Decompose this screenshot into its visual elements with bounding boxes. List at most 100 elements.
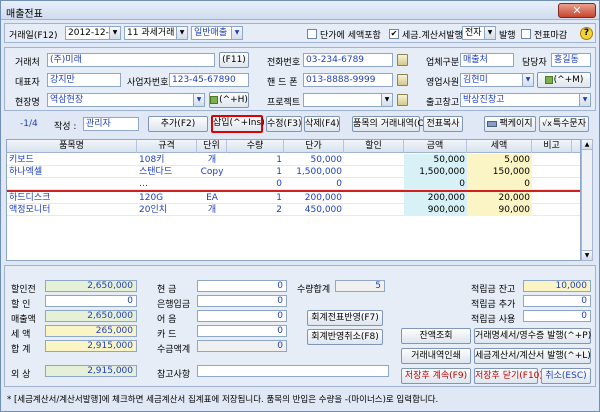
cell-name[interactable]: 키보드 xyxy=(7,154,137,166)
mobile-input[interactable]: 013-8888-9999 xyxy=(303,73,393,87)
add-button[interactable]: 추가(F2) xyxy=(148,116,208,132)
col-header-spec[interactable]: 규격 xyxy=(137,140,197,153)
cell-tax[interactable]: 0 xyxy=(467,178,532,190)
cell-name[interactable]: 액정모니터 xyxy=(7,204,137,216)
cell-note[interactable] xyxy=(532,204,572,216)
reserve-use-value[interactable]: 0 xyxy=(523,310,591,322)
reserve-add-value[interactable]: 0 xyxy=(523,295,591,307)
table-row[interactable]: 하드디스크 120G EA 1 200,000 200,000 20,000 xyxy=(7,192,580,204)
chevron-down-icon[interactable]: ▼ xyxy=(579,94,590,106)
scroll-down-icon[interactable]: ▼ xyxy=(582,250,592,260)
cell-qty[interactable]: 2 xyxy=(227,204,284,216)
item-history-button[interactable]: 품목의 거래내역(Ctrl+B) xyxy=(352,116,451,132)
cell-unit[interactable]: EA xyxy=(197,192,227,204)
col-header-qty[interactable]: 수량 xyxy=(227,140,284,153)
site-select[interactable]: 역삼현장 ▼ xyxy=(47,93,205,107)
cell-amount[interactable]: 50,000 xyxy=(404,154,467,166)
cell-disc[interactable] xyxy=(344,178,404,190)
cell-unit[interactable] xyxy=(197,178,227,190)
col-header-amount[interactable]: 금액 xyxy=(404,140,467,153)
cancel-button[interactable]: 취소(ESC) xyxy=(541,368,591,384)
chevron-down-icon[interactable]: ▼ xyxy=(231,27,242,39)
acct-apply-button[interactable]: 회계전표반영(F7) xyxy=(307,310,383,326)
mobile-memo-icon[interactable] xyxy=(397,74,408,86)
warehouse-select[interactable]: 박상진창고 ▼ xyxy=(460,93,591,107)
sales-rep-select[interactable]: 김현미 ▼ xyxy=(460,73,534,87)
cell-spec[interactable]: 108키 xyxy=(137,154,197,166)
phone-memo-icon[interactable] xyxy=(397,54,408,66)
manager-input[interactable]: 홍길동 xyxy=(551,53,591,67)
cell-name[interactable]: 하나엑셀 xyxy=(7,166,137,178)
table-row[interactable]: 액정모니터 20인치 개 2 450,000 900,000 90,000 xyxy=(7,204,580,216)
col-header-note[interactable]: 비고 xyxy=(532,140,572,153)
save-continue-button[interactable]: 저장후 계속(F9) xyxy=(401,368,471,384)
cell-note[interactable] xyxy=(532,192,572,204)
copy-slip-button[interactable]: 전표복사 xyxy=(423,116,463,132)
tax-invoice-button[interactable]: 세금계산서/계산서 발행(^+L) xyxy=(474,348,591,364)
cell-disc[interactable] xyxy=(344,154,404,166)
cell-amount[interactable]: 1,500,000 xyxy=(404,166,467,178)
bank-value[interactable]: 0 xyxy=(197,295,287,307)
bill-value[interactable]: 0 xyxy=(197,310,287,322)
col-header-disc[interactable]: 할인 xyxy=(344,140,404,153)
cell-name[interactable]: 하드디스크 xyxy=(7,192,137,204)
help-icon[interactable]: ? xyxy=(580,27,593,40)
special-char-button[interactable]: √x특수문자 xyxy=(539,116,589,132)
col-header-price[interactable]: 단가 xyxy=(284,140,344,153)
save-close-button[interactable]: 저장후 닫기(F10) xyxy=(474,368,543,384)
edit-button[interactable]: 수정(F3) xyxy=(266,116,302,132)
project-memo-icon[interactable] xyxy=(397,94,408,106)
cell-spec[interactable]: … xyxy=(137,178,197,190)
phone-input[interactable]: 03-234-6789 xyxy=(303,53,393,67)
cell-unit[interactable]: 개 xyxy=(197,204,227,216)
cell-note[interactable] xyxy=(532,154,572,166)
cell-name[interactable] xyxy=(7,178,137,190)
issue-method-select[interactable]: 전자 ▼ xyxy=(462,26,496,40)
insert-button[interactable]: 삽입(^+Ins) xyxy=(211,115,265,133)
chevron-down-icon[interactable]: ▼ xyxy=(381,94,392,106)
cell-amount[interactable]: 0 xyxy=(404,178,467,190)
cell-qty[interactable]: 1 xyxy=(227,154,284,166)
cell-spec[interactable]: 20인치 xyxy=(137,204,197,216)
date-field[interactable]: 2012-12-26 ▼ xyxy=(65,26,121,40)
sales-rep-add-button[interactable]: (^+M) xyxy=(537,72,591,88)
col-header-name[interactable]: 품목명 xyxy=(7,140,137,153)
rep-input[interactable]: 강지만 xyxy=(47,73,121,87)
balance-button[interactable]: 잔액조회 xyxy=(401,328,471,344)
tax-type-select[interactable]: 11 과세거래 ▼ xyxy=(124,26,188,40)
chevron-down-icon[interactable]: ▼ xyxy=(109,27,120,39)
delete-button[interactable]: 삭제(F4) xyxy=(304,116,340,132)
cell-unit[interactable]: Copy xyxy=(197,166,227,178)
cell-note[interactable] xyxy=(532,166,572,178)
cell-qty[interactable]: 1 xyxy=(227,166,284,178)
customer-input[interactable]: (주)미래 xyxy=(47,53,215,67)
chevron-down-icon[interactable]: ▼ xyxy=(522,74,533,86)
cell-price[interactable]: 450,000 xyxy=(284,204,344,216)
ref-input[interactable] xyxy=(197,365,389,377)
cell-price[interactable]: 200,000 xyxy=(284,192,344,204)
sale-type-select[interactable]: 일반매출 ▼ xyxy=(191,26,243,40)
site-add-button[interactable]: (^+H) xyxy=(209,92,249,108)
scroll-up-icon[interactable]: ▲ xyxy=(582,140,592,150)
cash-value[interactable]: 0 xyxy=(197,280,287,292)
customer-search-button[interactable]: (F11) xyxy=(219,52,249,68)
col-header-unit[interactable]: 단위 xyxy=(197,140,227,153)
tax-invoice-checkbox[interactable]: ✔ xyxy=(389,29,399,39)
cell-disc[interactable] xyxy=(344,192,404,204)
acct-cancel-button[interactable]: 회계반영취소(F8) xyxy=(307,329,383,345)
disc-value[interactable]: 0 xyxy=(45,295,137,307)
unit-price-tax-checkbox[interactable] xyxy=(307,29,317,39)
chevron-down-icon[interactable]: ▼ xyxy=(176,27,187,39)
biz-type-input[interactable]: 매출처 xyxy=(460,53,514,67)
chevron-down-icon[interactable]: ▼ xyxy=(193,94,204,106)
project-select[interactable]: ▼ xyxy=(303,93,393,107)
table-row[interactable]: … 0 0 0 0 xyxy=(7,178,580,190)
tax-value[interactable]: 265,000 xyxy=(45,325,137,337)
cell-unit[interactable]: 개 xyxy=(197,154,227,166)
cell-price[interactable]: 50,000 xyxy=(284,154,344,166)
col-header-tax[interactable]: 세액 xyxy=(467,140,532,153)
cell-spec[interactable]: 120G xyxy=(137,192,197,204)
cell-note[interactable] xyxy=(532,178,572,190)
cell-price[interactable]: 0 xyxy=(284,178,344,190)
cell-amount[interactable]: 900,000 xyxy=(404,204,467,216)
